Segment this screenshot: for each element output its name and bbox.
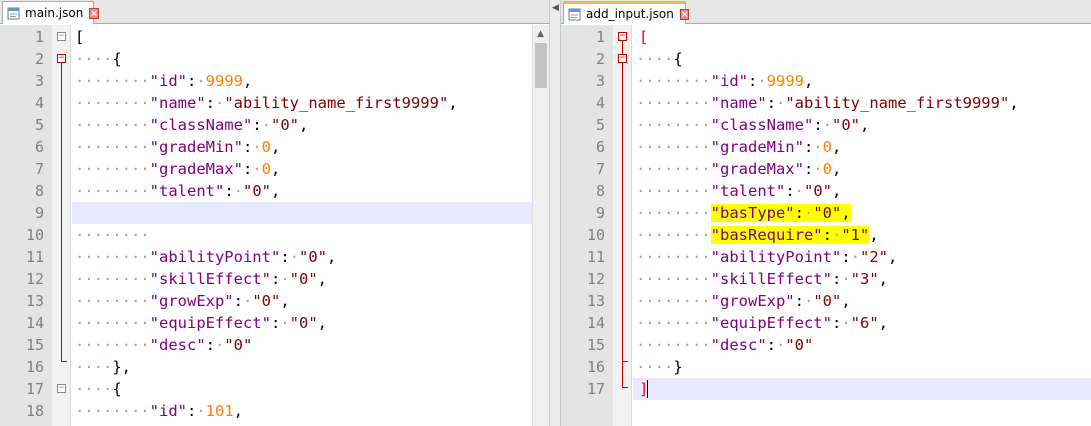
added-field-highlight: "basRequire":·"1" <box>710 226 870 244</box>
code-line[interactable]: ········"equipEffect":·"0", <box>0 312 549 334</box>
code-line[interactable]: ········"gradeMax":·0, <box>561 158 1091 180</box>
left-tab-bar: main.json × <box>0 0 549 24</box>
code-line[interactable]: ········"abilityPoint":·"2", <box>561 246 1091 268</box>
code-line[interactable]: ········"skillEffect":·"3", <box>561 268 1091 290</box>
json-file-icon <box>568 8 581 21</box>
code-line[interactable]: ········"gradeMin":·0, <box>0 136 549 158</box>
code-line[interactable]: ········"id":·9999, <box>561 70 1091 92</box>
left-editor-pane[interactable]: main.json × − − − 1 2 3 4 5 6 7 8 9 10 11 12 13 14 15 1… <box>0 0 549 426</box>
code-line[interactable]: ····} <box>561 356 1091 378</box>
code-line[interactable]: ········"id":·9999, <box>0 70 549 92</box>
splitter-arrow-icon: ◀ <box>552 3 559 13</box>
code-line[interactable]: ········"className":·"0", <box>0 114 549 136</box>
code-line[interactable]: [ <box>561 26 1091 48</box>
tab-label: add_input.json <box>586 7 674 21</box>
code-line[interactable]: ········"name":·"ability_name_first9999"… <box>561 92 1091 114</box>
code-line[interactable]: ····{ <box>0 378 549 400</box>
code-line[interactable]: ····{ <box>561 48 1091 70</box>
code-line-highlighted[interactable]: ········"basRequire":·"1", <box>561 224 1091 246</box>
code-line[interactable]: ········"growExp":·"0", <box>0 290 549 312</box>
code-line[interactable]: ····{ <box>0 48 549 70</box>
right-editor-pane[interactable]: add_input.json × − − 1 2 3 4 5 6 7 8 9 10 11 12 13 14… <box>561 0 1091 426</box>
code-line[interactable]: ········"className":·"0", <box>561 114 1091 136</box>
text-caret <box>647 380 648 398</box>
code-line[interactable]: ········"name":·"ability_name_first9999"… <box>0 92 549 114</box>
tab-main-json[interactable]: main.json × <box>2 1 99 24</box>
code-line[interactable]: ········"growExp":·"0", <box>561 290 1091 312</box>
code-line[interactable]: ········"gradeMax":·0, <box>0 158 549 180</box>
added-field-highlight: "basType":·"0", <box>710 204 851 222</box>
code-line-empty[interactable]: ········ <box>0 224 549 246</box>
code-line[interactable]: ········"talent":·"0", <box>0 180 549 202</box>
code-line[interactable]: ········"desc":·"0" <box>0 334 549 356</box>
code-line-highlighted[interactable]: ········"basType":·"0", <box>561 202 1091 224</box>
code-line[interactable]: ] <box>561 378 1091 400</box>
code-line[interactable]: [ <box>0 26 549 48</box>
close-tab-icon[interactable]: × <box>89 7 99 19</box>
tab-label: main.json <box>25 6 84 20</box>
right-tab-bar: add_input.json × <box>561 0 1091 24</box>
code-line-empty[interactable] <box>0 202 549 224</box>
code-line[interactable]: ········"id":·101, <box>0 400 549 422</box>
code-line[interactable]: ········"abilityPoint":·"0", <box>0 246 549 268</box>
close-tab-icon[interactable]: × <box>679 8 690 20</box>
scroll-up-icon[interactable]: ▲ <box>537 29 544 39</box>
code-line[interactable]: ········"equipEffect":·"6", <box>561 312 1091 334</box>
code-line[interactable]: ········"desc":·"0" <box>561 334 1091 356</box>
code-line[interactable]: ····}, <box>0 356 549 378</box>
code-line[interactable]: ········"gradeMin":·0, <box>561 136 1091 158</box>
vertical-scrollbar[interactable]: ▲ <box>532 25 549 426</box>
code-line[interactable]: ········"talent":·"0", <box>561 180 1091 202</box>
pane-splitter[interactable]: ◀ <box>549 0 561 426</box>
tab-add-input-json[interactable]: add_input.json × <box>563 1 690 24</box>
json-file-icon <box>7 7 20 20</box>
scrollbar-thumb[interactable] <box>535 43 547 88</box>
code-line[interactable]: ········"skillEffect":·"0", <box>0 268 549 290</box>
